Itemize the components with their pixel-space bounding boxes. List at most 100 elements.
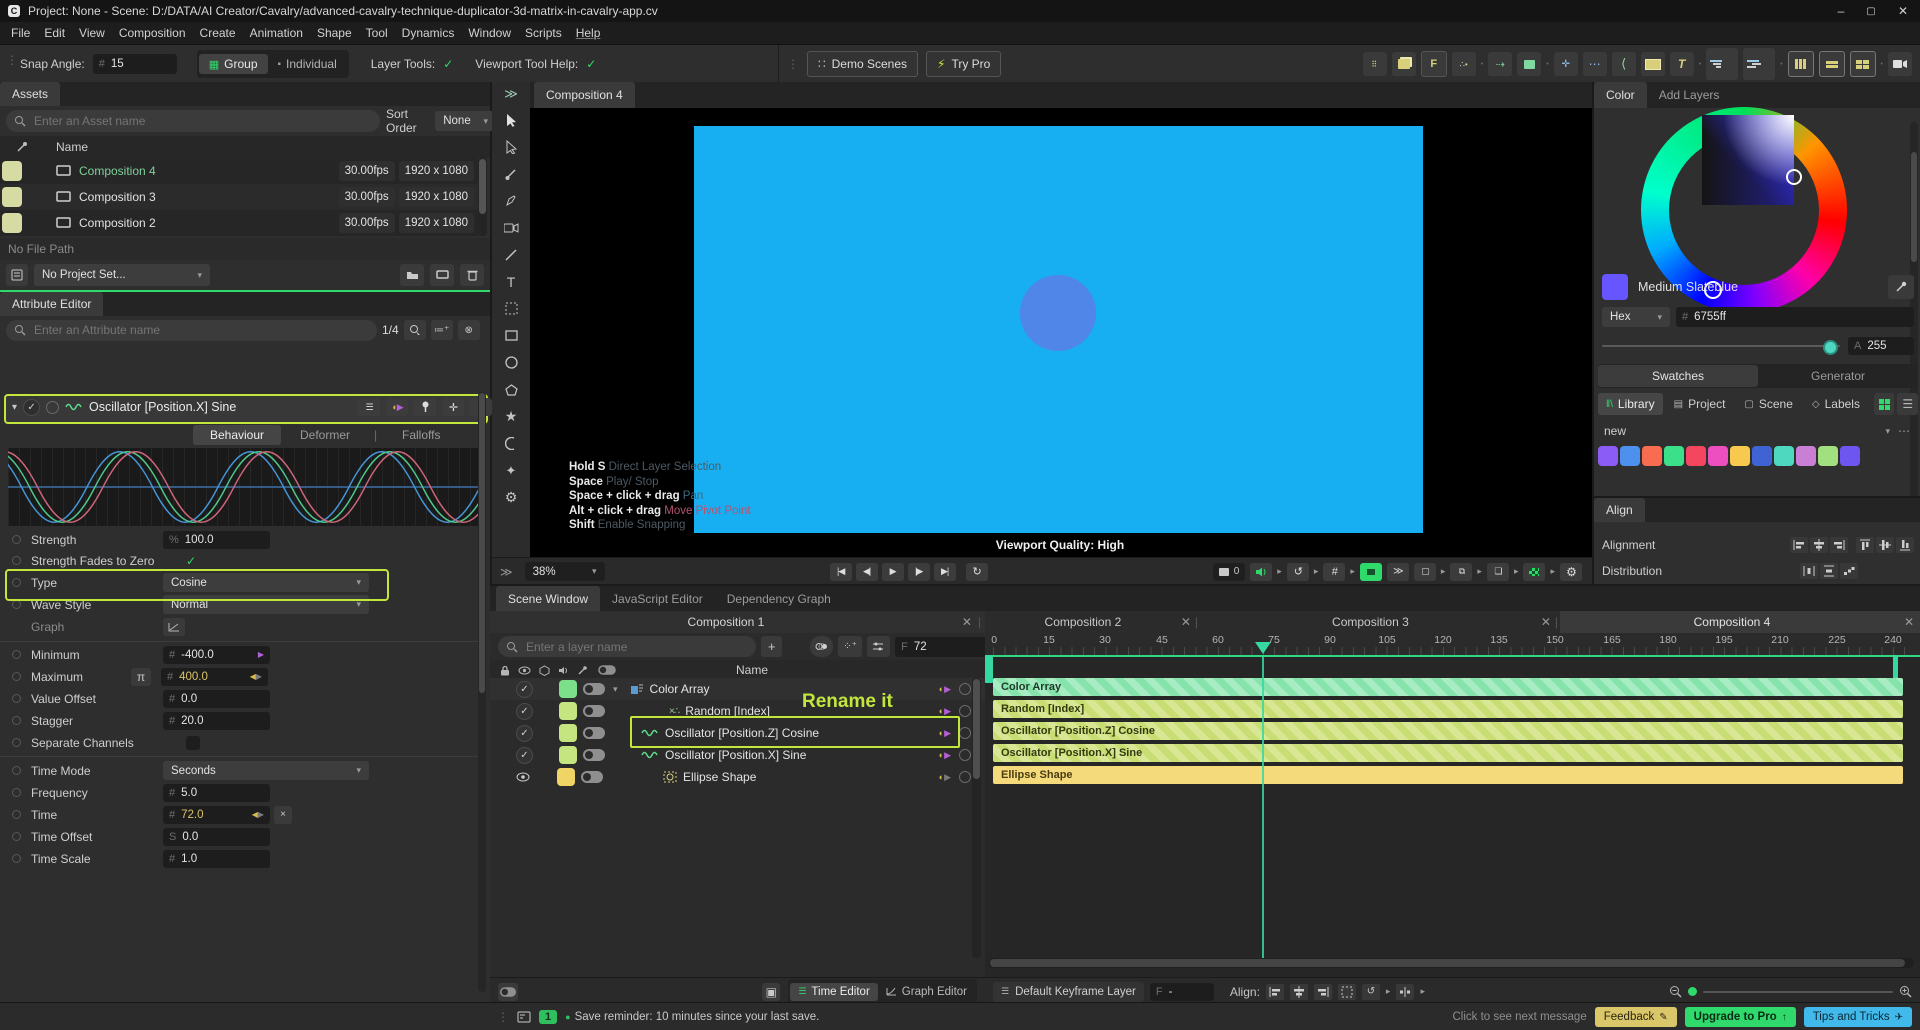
- eye-icon[interactable]: [516, 772, 530, 782]
- menu-help[interactable]: Help: [569, 22, 608, 44]
- layer-check-icon[interactable]: ✓: [516, 747, 533, 764]
- swatch[interactable]: [1642, 446, 1662, 466]
- layer-name[interactable]: Color Array: [650, 682, 710, 696]
- composition-1-tab[interactable]: Composition 1 ✕ |: [490, 611, 985, 633]
- menu-tool[interactable]: Tool: [359, 22, 395, 44]
- minimum-input[interactable]: #-400.0▶: [163, 646, 270, 664]
- swatch[interactable]: [1774, 446, 1794, 466]
- hex-mode-select[interactable]: Hex▾: [1602, 307, 1670, 327]
- zoom-out-icon[interactable]: [1669, 985, 1682, 998]
- assets-scrollbar[interactable]: [478, 158, 487, 236]
- line-tool[interactable]: [494, 241, 528, 268]
- attribute-search-field[interactable]: [6, 320, 377, 341]
- work-area-start-marker[interactable]: [985, 655, 993, 683]
- tab-falloffs[interactable]: Falloffs: [402, 428, 440, 442]
- arc-tool[interactable]: [494, 430, 528, 457]
- layer-search-input[interactable]: [524, 639, 718, 655]
- menu-animation[interactable]: Animation: [243, 22, 310, 44]
- keyframe-next-icon[interactable]: ▶: [944, 772, 951, 783]
- filter-settings-icon[interactable]: [867, 636, 890, 657]
- labels-button[interactable]: ◇Labels: [1804, 393, 1868, 415]
- close-tab-icon[interactable]: ✕: [1904, 615, 1914, 629]
- cube-icon[interactable]: [1392, 52, 1416, 76]
- remove-connection-icon[interactable]: ×: [274, 806, 292, 824]
- time-input[interactable]: #72.0◀▶: [163, 806, 270, 824]
- timeline-zoom-track[interactable]: [1703, 991, 1893, 993]
- pin-icon[interactable]: [414, 398, 436, 416]
- align-right-icon[interactable]: [1830, 537, 1848, 553]
- asset-name[interactable]: Composition 3: [79, 190, 156, 204]
- dots-cross-icon[interactable]: ✛: [1554, 52, 1578, 76]
- viewport-tool-help-check-icon[interactable]: ✓: [586, 57, 596, 71]
- layer-row-ellipse-shape[interactable]: Ellipse Shape ◖▶: [490, 766, 985, 788]
- menu-shape[interactable]: Shape: [310, 22, 359, 44]
- tab-composition-4[interactable]: Composition 4 ✕: [1560, 611, 1920, 633]
- asset-color-chip[interactable]: [2, 161, 22, 181]
- layer-row-random-index[interactable]: ✓ ×∴ Random [Index] ◖▶: [490, 700, 985, 722]
- swatch[interactable]: [1664, 446, 1684, 466]
- time-mode-select[interactable]: Seconds▾: [163, 761, 369, 780]
- asset-color-chip[interactable]: [2, 213, 22, 233]
- layer-film-toggle[interactable]: [581, 771, 603, 783]
- console-icon[interactable]: [517, 1011, 531, 1023]
- sparkle-tool[interactable]: ✦: [494, 457, 528, 484]
- film-chip-icon[interactable]: [498, 983, 518, 1001]
- layer-check-icon[interactable]: ✓: [516, 703, 533, 720]
- tab-assets[interactable]: Assets: [0, 82, 60, 106]
- rows-icon[interactable]: [1819, 51, 1845, 77]
- swatch[interactable]: [1752, 446, 1772, 466]
- strength-fades-check-icon[interactable]: ✓: [186, 554, 196, 568]
- prev-frame-button[interactable]: ◀|: [856, 563, 878, 581]
- dashed-arrow-icon[interactable]: ⇢: [1488, 52, 1512, 76]
- text-tool[interactable]: T: [494, 268, 528, 295]
- swatch-set-name[interactable]: new: [1604, 424, 1626, 438]
- move-icon[interactable]: ✛: [442, 398, 464, 416]
- alpha-slider-handle[interactable]: [1823, 340, 1838, 355]
- keyframe-next-icon[interactable]: ▶: [944, 750, 951, 761]
- cascade-a-icon[interactable]: [1706, 48, 1738, 80]
- tab-add-layers[interactable]: Add Layers: [1647, 82, 1732, 108]
- solo-circle-icon[interactable]: [959, 727, 971, 739]
- playhead-line[interactable]: [1262, 655, 1264, 958]
- tab-attribute-editor[interactable]: Attribute Editor: [0, 292, 103, 316]
- asset-name[interactable]: Composition 2: [79, 216, 156, 230]
- flag-bars-icon[interactable]: [1517, 52, 1541, 76]
- swatch[interactable]: [1708, 446, 1728, 466]
- swatch[interactable]: [1796, 446, 1816, 466]
- swatch[interactable]: [1818, 446, 1838, 466]
- brush-tool[interactable]: [494, 160, 528, 187]
- layer-film-toggle[interactable]: [583, 749, 605, 761]
- keyframe-next-icon[interactable]: ▶: [258, 651, 264, 659]
- pen-t-icon[interactable]: T: [1670, 52, 1694, 76]
- chevron-down-icon[interactable]: ▾: [1885, 426, 1890, 437]
- swatch[interactable]: [1840, 446, 1860, 466]
- layer-color-chip[interactable]: [559, 724, 577, 742]
- arc-curve-icon[interactable]: ⟨: [1612, 52, 1636, 76]
- add-layer-button[interactable]: +: [761, 636, 782, 657]
- project-button[interactable]: ▤Project: [1666, 393, 1734, 415]
- menu-edit[interactable]: Edit: [37, 22, 72, 44]
- menu-scripts[interactable]: Scripts: [518, 22, 569, 44]
- layer-film-toggle[interactable]: [583, 705, 605, 717]
- viewport-settings-gear-icon[interactable]: ⚙: [1560, 563, 1582, 581]
- tab-viewport-composition-4[interactable]: Composition 4: [534, 82, 635, 108]
- asset-row[interactable]: Composition 3 30.00fps 1920 x 1080: [0, 184, 478, 210]
- audio-counter[interactable]: 0: [1213, 563, 1246, 581]
- keyframe-next-icon[interactable]: ▶: [944, 728, 951, 739]
- collapse-chevron-icon[interactable]: ▾: [12, 402, 17, 413]
- pi-button[interactable]: π: [131, 668, 151, 686]
- asset-row[interactable]: Composition 2 30.00fps 1920 x 1080: [0, 210, 478, 236]
- dock-icon[interactable]: ▣: [762, 983, 780, 1001]
- zoom-level-select[interactable]: 38%▾: [525, 562, 605, 581]
- dots-grid-icon[interactable]: ⠿: [1363, 52, 1387, 76]
- expand-icon[interactable]: ≫: [500, 565, 513, 579]
- align-center-h-icon[interactable]: [1810, 537, 1828, 553]
- columns-icon[interactable]: [1788, 51, 1814, 77]
- grid-cells-icon[interactable]: [1850, 51, 1876, 77]
- snap-grid-icon[interactable]: #: [1323, 563, 1345, 581]
- transform-tool[interactable]: [494, 295, 528, 322]
- try-pro-button[interactable]: ⚡ Try Pro: [926, 51, 1001, 77]
- track-bar-oscillator-z[interactable]: Oscillator [Position.Z] Cosine: [993, 722, 1903, 740]
- expand-chevron-icon[interactable]: ▾: [613, 684, 618, 695]
- direct-select-tool[interactable]: [494, 133, 528, 160]
